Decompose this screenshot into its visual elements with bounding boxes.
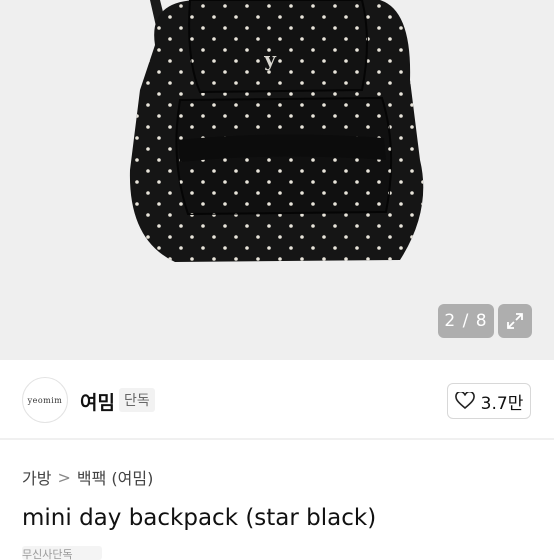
exclusive-badge: 단독 bbox=[119, 388, 155, 412]
brand-logo-letter: y bbox=[263, 47, 277, 71]
like-button[interactable]: 3.7만 bbox=[447, 383, 531, 419]
breadcrumb-category[interactable]: 가방 bbox=[22, 465, 51, 489]
product-tag: 무신사단독 bbox=[22, 546, 102, 560]
seller-name[interactable]: 여밈 bbox=[80, 388, 115, 415]
product-image-gallery[interactable]: y 2 / 8 bbox=[0, 0, 554, 360]
seller-row: yeomim 여밈 단독 3.7만 bbox=[0, 360, 554, 440]
divider bbox=[0, 438, 554, 440]
avatar-text: yeomim bbox=[27, 395, 63, 405]
breadcrumb: 가방 > 백팩 (여밈) bbox=[22, 465, 153, 489]
expand-image-button[interactable] bbox=[498, 304, 532, 338]
expand-icon bbox=[507, 313, 523, 329]
heart-icon bbox=[454, 392, 475, 410]
chevron-right-icon: > bbox=[57, 467, 71, 487]
seller-avatar[interactable]: yeomim bbox=[22, 377, 68, 423]
breadcrumb-subcategory[interactable]: 백팩 (여밈) bbox=[77, 465, 153, 489]
product-title: mini day backpack (star black) bbox=[22, 505, 377, 531]
like-count: 3.7만 bbox=[480, 393, 524, 414]
image-counter: 2 / 8 bbox=[438, 304, 494, 338]
